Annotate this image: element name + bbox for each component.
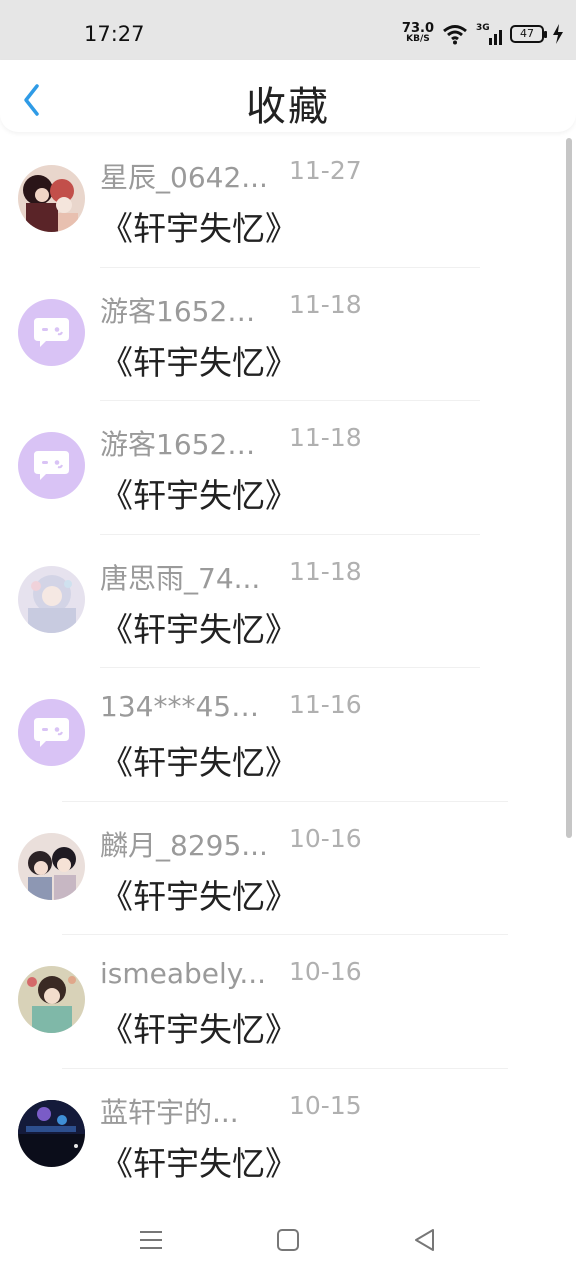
user-name: 星辰_0642... — [100, 161, 268, 194]
battery-level: 47 — [520, 27, 534, 40]
photo-avatar[interactable] — [18, 565, 85, 633]
charging-icon — [553, 24, 563, 44]
favorite-date: 11-27 — [289, 156, 362, 185]
user-name: 游客16528... — [100, 428, 270, 461]
favorite-date: 11-18 — [289, 289, 362, 319]
scrollbar[interactable] — [566, 138, 572, 838]
user-name: 蓝轩宇的... — [100, 1095, 239, 1129]
home-square-icon[interactable] — [274, 1226, 302, 1254]
default-chat-avatar[interactable] — [18, 432, 85, 499]
work-title[interactable]: 《轩宇失忆》 — [100, 202, 298, 250]
navigation-bar — [0, 1200, 576, 1280]
default-chat-avatar[interactable] — [18, 699, 85, 766]
menu-icon[interactable] — [137, 1226, 165, 1254]
net-speed: 73.0 KB/S — [401, 21, 434, 45]
list-item[interactable]: 134***452... 11-16 《轩宇失忆》 — [0, 668, 566, 802]
status-icons: 73.0 KB/S 3G 47 — [402, 20, 564, 48]
user-name: 唐思雨_74... — [100, 561, 261, 595]
list-item[interactable]: 星辰_0642... 11-27 《轩宇失忆》 — [0, 134, 566, 268]
work-title[interactable]: 《轩宇失忆》 — [100, 1003, 298, 1051]
list-item[interactable]: 唐思雨_74... 11-18 《轩宇失忆》 — [0, 535, 566, 668]
wifi-icon — [443, 25, 467, 45]
user-name: 游客16527... — [100, 294, 270, 328]
favorite-date: 10-16 — [289, 823, 362, 853]
default-chat-avatar[interactable] — [18, 298, 85, 366]
photo-avatar[interactable] — [18, 966, 85, 1033]
page-title: 收藏 — [246, 84, 330, 130]
favorite-date: 11-16 — [289, 690, 362, 719]
user-name: ismeabely... — [100, 957, 267, 990]
favorite-date: 11-18 — [289, 423, 362, 452]
list-item[interactable]: 游客16527... 11-18 《轩宇失忆》 — [0, 268, 566, 401]
signal-icon: 3G — [476, 23, 502, 45]
list-item[interactable]: 麟月_8295... 10-16 《轩宇失忆》 — [0, 802, 566, 935]
favorite-date: 10-16 — [289, 957, 362, 986]
photo-avatar[interactable] — [18, 165, 85, 232]
favorite-date: 11-18 — [289, 556, 362, 586]
favorites-list: 星辰_0642... 11-27 《轩宇失忆》 游客16527... 11-18… — [0, 134, 566, 1194]
status-time: 17:27 — [84, 22, 145, 46]
list-item[interactable]: 游客16528... 11-18 《轩宇失忆》 — [0, 401, 566, 535]
network-type: 3G — [476, 23, 490, 33]
work-title[interactable]: 《轩宇失忆》 — [100, 603, 298, 651]
battery-icon: 47 — [510, 25, 547, 43]
header: 收藏 — [0, 60, 576, 132]
back-triangle-icon[interactable] — [411, 1226, 439, 1254]
work-title[interactable]: 《轩宇失忆》 — [100, 736, 298, 784]
user-name: 134***452... — [100, 690, 270, 723]
favorite-date: 10-15 — [289, 1090, 362, 1120]
photo-avatar[interactable] — [18, 832, 85, 900]
list-item[interactable]: ismeabely... 10-16 《轩宇失忆》 — [0, 935, 566, 1069]
net-speed-unit: KB/S — [406, 34, 430, 44]
status-bar: 17:27 73.0 KB/S 3G 47 — [0, 0, 576, 60]
user-name: 麟月_8295... — [100, 828, 268, 862]
work-title[interactable]: 《轩宇失忆》 — [100, 336, 298, 384]
photo-avatar[interactable] — [18, 1099, 85, 1167]
work-title[interactable]: 《轩宇失忆》 — [100, 1137, 298, 1185]
net-speed-value: 73.0 — [401, 21, 434, 36]
work-title[interactable]: 《轩宇失忆》 — [100, 870, 298, 918]
work-title[interactable]: 《轩宇失忆》 — [100, 469, 298, 517]
list-item[interactable]: 蓝轩宇的... 10-15 《轩宇失忆》 — [0, 1069, 566, 1195]
